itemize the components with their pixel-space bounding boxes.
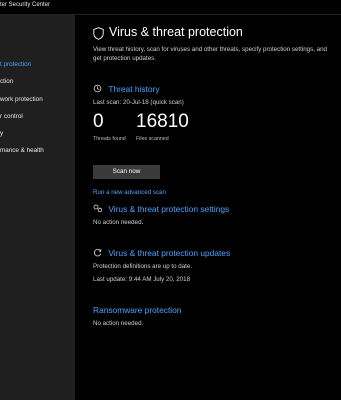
sidebar-item-app-browser-control[interactable]: r control <box>0 111 75 123</box>
sidebar-item-firewall-network-protection[interactable]: work protection <box>0 94 75 106</box>
advanced-scan-link[interactable]: Run a new advanced scan <box>93 189 166 196</box>
updates-status: Protection definitions are up to date. <box>93 263 193 270</box>
updates-label: Virus & threat protection updates <box>108 248 231 258</box>
ransomware-status: No action needed. <box>93 320 144 327</box>
window-title: ter Security Center <box>0 2 51 8</box>
files-scanned-count: 16810 <box>136 111 189 132</box>
page-description: View threat history, scan for viruses an… <box>93 46 327 62</box>
threat-history-heading[interactable]: Threat history <box>93 84 160 94</box>
scan-now-button[interactable]: Scan now <box>93 165 160 179</box>
settings-status: No action needed. <box>93 219 144 226</box>
sidebar: t protection ction work protection r con… <box>0 15 75 400</box>
settings-heading[interactable]: Virus & threat protection settings <box>93 204 229 214</box>
gears-icon <box>93 204 103 213</box>
page-title: Virus & threat protection <box>109 25 243 39</box>
ransomware-label: Ransomware protection <box>93 305 182 315</box>
sidebar-item-account-protection[interactable]: ction <box>0 76 75 88</box>
threats-found-count: 0 <box>93 111 104 132</box>
sidebar-item-virus-threat-protection[interactable]: t protection <box>0 59 75 71</box>
refresh-icon <box>93 248 102 257</box>
title-bar: ter Security Center <box>0 0 341 15</box>
main-content: Virus & threat protection View threat hi… <box>76 15 341 400</box>
updates-heading[interactable]: Virus & threat protection updates <box>93 248 230 258</box>
sidebar-item-device-security[interactable]: y <box>0 128 75 140</box>
files-scanned-label: Files scanned <box>136 136 169 142</box>
settings-label: Virus & threat protection settings <box>108 204 230 214</box>
updates-last-update: Last update: 9:44 AM July 20, 2018 <box>93 276 191 283</box>
threat-history-label: Threat history <box>108 84 160 94</box>
history-icon <box>93 84 102 93</box>
last-scan-text: Last scan: 20-Jul-18 (quick scan) <box>93 99 184 106</box>
threats-found-label: Threats found <box>93 136 126 142</box>
shield-icon <box>93 27 104 40</box>
ransomware-heading[interactable]: Ransomware protection <box>93 305 181 315</box>
sidebar-item-device-performance-health[interactable]: mance & health <box>0 145 75 157</box>
